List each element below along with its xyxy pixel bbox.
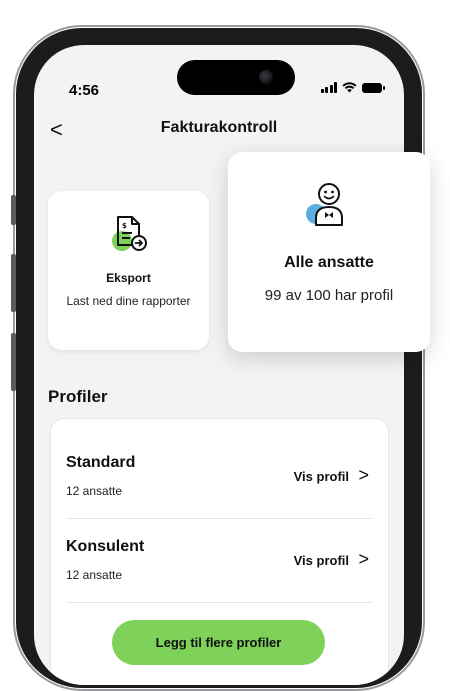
view-profile-link[interactable]: Vis profil xyxy=(294,553,349,568)
battery-icon xyxy=(362,82,385,93)
view-profile-link[interactable]: Vis profil xyxy=(294,469,349,484)
profile-count: 12 ansatte xyxy=(66,484,123,498)
dynamic-island xyxy=(177,60,295,95)
nav-bar: < Fakturakontroll xyxy=(34,115,404,145)
all-employees-card[interactable]: Alle ansatte 99 av 100 har profil xyxy=(228,152,430,352)
profile-row-standard[interactable]: Standard 12 ansatte Vis profil > xyxy=(66,434,373,519)
volume-up-button xyxy=(11,254,16,312)
camera-icon xyxy=(259,70,273,84)
volume-down-button xyxy=(11,333,16,391)
chevron-right-icon: > xyxy=(358,465,369,485)
signal-icon xyxy=(320,82,337,93)
all-employees-subtitle: 99 av 100 har profil xyxy=(264,287,394,304)
employee-avatar-icon xyxy=(306,183,343,226)
phone-frame: 4:56 < Fakturakontroll $ Eksport Last ne… xyxy=(11,25,425,691)
export-title: Eksport xyxy=(106,271,151,285)
profile-row-konsulent[interactable]: Konsulent 12 ansatte Vis profil > xyxy=(66,518,373,603)
profiles-heading: Profiler xyxy=(48,387,108,406)
export-subtitle: Last ned dine rapporter xyxy=(66,294,191,308)
export-card[interactable]: $ Eksport Last ned dine rapporter xyxy=(48,191,209,350)
silent-switch xyxy=(11,195,16,225)
profiles-list: Standard 12 ansatte Vis profil > Konsule… xyxy=(50,418,389,685)
add-profiles-button[interactable]: Legg til flere profiler xyxy=(112,620,325,665)
page-title: Fakturakontroll xyxy=(160,119,278,136)
wifi-icon xyxy=(342,82,357,93)
chevron-right-icon: > xyxy=(358,549,369,569)
export-document-icon: $ xyxy=(112,216,147,251)
profile-count: 12 ansatte xyxy=(66,568,123,582)
status-time: 4:56 xyxy=(69,82,100,99)
profile-name: Standard xyxy=(66,454,136,471)
profile-name: Konsulent xyxy=(66,538,145,555)
all-employees-title: Alle ansatte xyxy=(284,254,374,271)
svg-text:$: $ xyxy=(122,222,127,230)
phone-screen: 4:56 < Fakturakontroll $ Eksport Last ne… xyxy=(34,45,404,685)
status-icons xyxy=(320,82,385,93)
